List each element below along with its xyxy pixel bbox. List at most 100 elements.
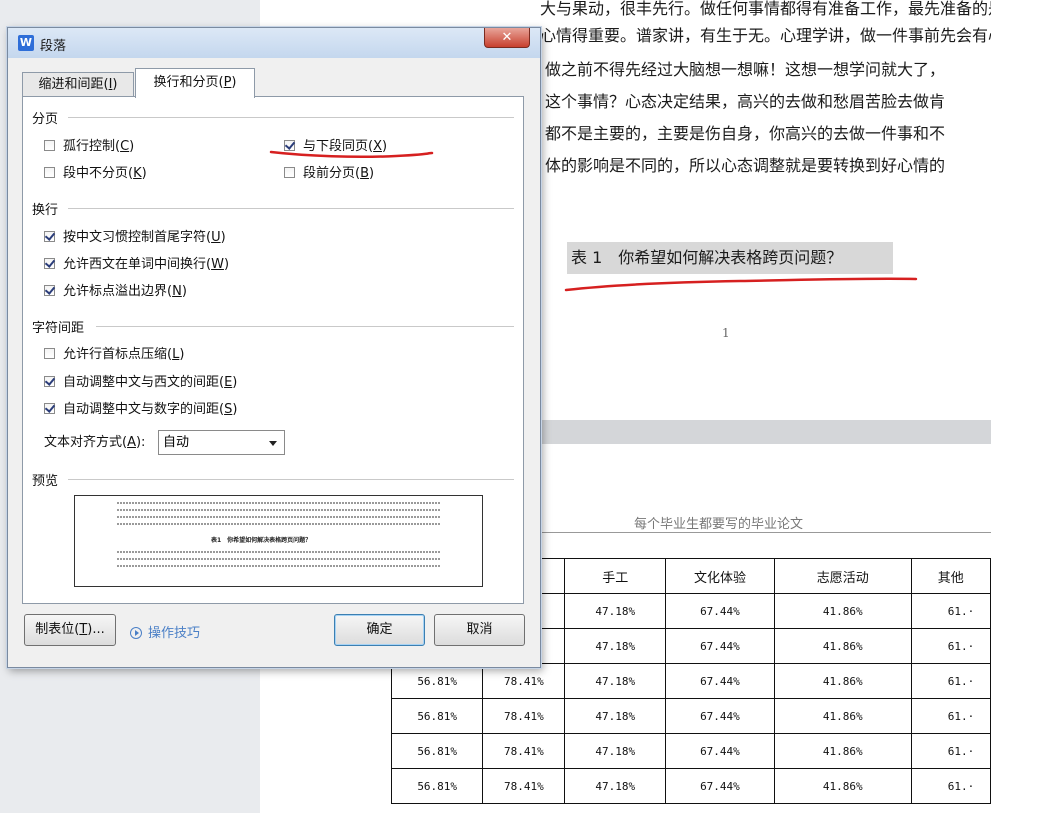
table-cell[interactable]: 61.· <box>910 593 991 629</box>
preview-line <box>117 516 441 518</box>
checkbox-box[interactable] <box>284 167 295 178</box>
page-break-before-checkbox[interactable]: 段前分页(B) <box>284 165 374 183</box>
checkbox-box[interactable] <box>44 140 55 151</box>
text-align-select[interactable]: 自动 <box>158 430 285 455</box>
body-text-line: 都不是主要的，主要是伤自身，你高兴的去做一件事和不 <box>545 124 946 143</box>
keep-lines-together-checkbox[interactable]: 段中不分页(K) <box>44 165 147 183</box>
compress-punct-checkbox[interactable]: 允许行首标点压缩(L) <box>44 346 184 364</box>
table-cell[interactable]: 47.18% <box>564 733 667 769</box>
table-cell[interactable]: 67.44% <box>665 733 775 769</box>
table-row: 56.81% 78.41% 47.18% 67.44% 41.86% 61.· <box>391 768 991 804</box>
tab-line-page-breaks[interactable]: 换行和分页(P) <box>135 68 255 98</box>
table-cell[interactable]: 61.· <box>910 698 991 734</box>
access-key: B <box>360 166 369 181</box>
widow-control-checkbox[interactable]: 孤行控制(C) <box>44 138 134 156</box>
checkbox-box[interactable] <box>44 231 55 242</box>
table-cell[interactable]: 56.81% <box>391 698 484 734</box>
table-cell[interactable]: 78.41% <box>482 733 566 769</box>
table-row: 56.81% 78.41% 47.18% 67.44% 41.86% 61.· <box>391 733 991 769</box>
table-cell[interactable]: 志愿活动 <box>773 558 912 594</box>
page-header-text: 每个毕业生都要写的毕业论文 <box>634 517 804 532</box>
table-cell[interactable]: 61.· <box>910 733 991 769</box>
table-cell[interactable]: 56.81% <box>391 663 484 699</box>
checkbox-box[interactable] <box>44 285 55 296</box>
table-row: 56.81% 78.41% 47.18% 67.44% 41.86% 61.· <box>391 663 991 699</box>
table-cell[interactable]: 47.18% <box>564 768 667 804</box>
option-label: 文本对齐方式( <box>44 435 128 450</box>
option-label: 段前分页( <box>303 166 361 181</box>
checkbox-box[interactable] <box>44 403 55 414</box>
auto-space-number-checkbox[interactable]: 自动调整中文与数字的间距(S) <box>44 401 237 419</box>
preview-line <box>117 523 441 525</box>
table-cell[interactable]: 41.86% <box>773 593 912 629</box>
checkbox-box[interactable] <box>284 140 295 151</box>
checkbox-box[interactable] <box>44 348 55 359</box>
checkbox-box[interactable] <box>44 376 55 387</box>
table-cell[interactable]: 56.81% <box>391 768 484 804</box>
table-cell[interactable]: 67.44% <box>665 698 775 734</box>
tips-link[interactable]: 操作技巧 <box>130 622 200 641</box>
chinese-rules-checkbox[interactable]: 按中文习惯控制首尾字符(U) <box>44 229 226 247</box>
group-title-char-spacing: 字符间距 <box>32 321 85 336</box>
play-circle-icon <box>130 627 142 639</box>
option-label: 自动调整中文与西文的间距( <box>63 375 225 390</box>
checkbox-box[interactable] <box>44 258 55 269</box>
punct-overflow-checkbox[interactable]: 允许标点溢出边界(N) <box>44 283 187 301</box>
table-cell[interactable]: 手工 <box>564 558 667 594</box>
table-cell[interactable]: 41.86% <box>773 733 912 769</box>
group-divider <box>96 326 514 327</box>
table-cell[interactable]: 61.· <box>910 628 991 664</box>
table-cell[interactable]: 78.41% <box>482 663 566 699</box>
table-cell[interactable]: 41.86% <box>773 698 912 734</box>
auto-space-western-checkbox[interactable]: 自动调整中文与西文的间距(E) <box>44 374 237 392</box>
table-cell[interactable]: 61.· <box>910 663 991 699</box>
option-label: 孤行控制( <box>63 139 121 154</box>
cancel-button[interactable]: 取消 <box>434 614 525 646</box>
option-label-suffix: ) <box>181 284 187 299</box>
preview-line <box>117 551 441 553</box>
table-caption[interactable]: 表 1 你希望如何解决表格跨页问题？ <box>567 242 893 274</box>
option-label-suffix: ) <box>369 166 375 181</box>
close-button[interactable]: ✕ <box>484 28 530 48</box>
table-cell[interactable]: 47.18% <box>564 628 667 664</box>
table-cell[interactable]: 41.86% <box>773 628 912 664</box>
option-label: 与下段同页( <box>303 139 374 154</box>
wps-writer-icon: W <box>18 35 34 51</box>
body-text-line: 大与果动，很丰先行。做任何事情都得有准备工作，最先准备的是情绪 <box>540 0 991 18</box>
table-cell[interactable]: 其他 <box>910 558 991 594</box>
dialog-titlebar[interactable]: W 段落 ✕ <box>8 28 540 58</box>
keep-with-next-checkbox[interactable]: 与下段同页(X) <box>284 138 387 156</box>
table-cell[interactable]: 78.41% <box>482 698 566 734</box>
option-label-suffix: ) <box>141 166 147 181</box>
tips-label: 操作技巧 <box>148 626 201 641</box>
tab-indent-spacing[interactable]: 缩进和间距(I) <box>22 72 134 96</box>
table-cell[interactable]: 67.44% <box>665 663 775 699</box>
table-cell[interactable]: 67.44% <box>665 593 775 629</box>
dropdown-arrow-icon <box>269 441 277 446</box>
table-cell[interactable]: 47.18% <box>564 663 667 699</box>
table-cell[interactable]: 41.86% <box>773 768 912 804</box>
tab-stops-button[interactable]: 制表位(T)... <box>24 614 116 646</box>
group-title-preview: 预览 <box>32 474 59 489</box>
tab-label: 缩进和间距( <box>38 77 109 92</box>
table-row: 56.81% 78.41% 47.18% 67.44% 41.86% 61.· <box>391 698 991 734</box>
table-cell[interactable]: 41.86% <box>773 663 912 699</box>
option-label: 允许西文在单词中间换行( <box>63 257 212 272</box>
preview-caption: 表1 你希望如何解决表格跨页问题？ <box>211 537 312 544</box>
table-cell[interactable]: 61.· <box>910 768 991 804</box>
ok-button[interactable]: 确定 <box>334 614 425 646</box>
table-cell[interactable]: 67.44% <box>665 628 775 664</box>
table-cell[interactable]: 47.18% <box>564 593 667 629</box>
checkbox-box[interactable] <box>44 167 55 178</box>
option-label-suffix: ) <box>232 375 238 390</box>
text-align-value: 自动 <box>163 435 190 450</box>
table-cell[interactable]: 78.41% <box>482 768 566 804</box>
table-cell[interactable]: 文化体验 <box>665 558 775 594</box>
table-cell[interactable]: 47.18% <box>564 698 667 734</box>
word-wrap-checkbox[interactable]: 允许西文在单词中间换行(W) <box>44 256 229 274</box>
option-label: 段中不分页( <box>63 166 134 181</box>
table-cell[interactable]: 67.44% <box>665 768 775 804</box>
option-label-suffix: ): <box>135 435 146 450</box>
option-label: 允许行首标点压缩( <box>63 347 173 362</box>
table-cell[interactable]: 56.81% <box>391 733 484 769</box>
